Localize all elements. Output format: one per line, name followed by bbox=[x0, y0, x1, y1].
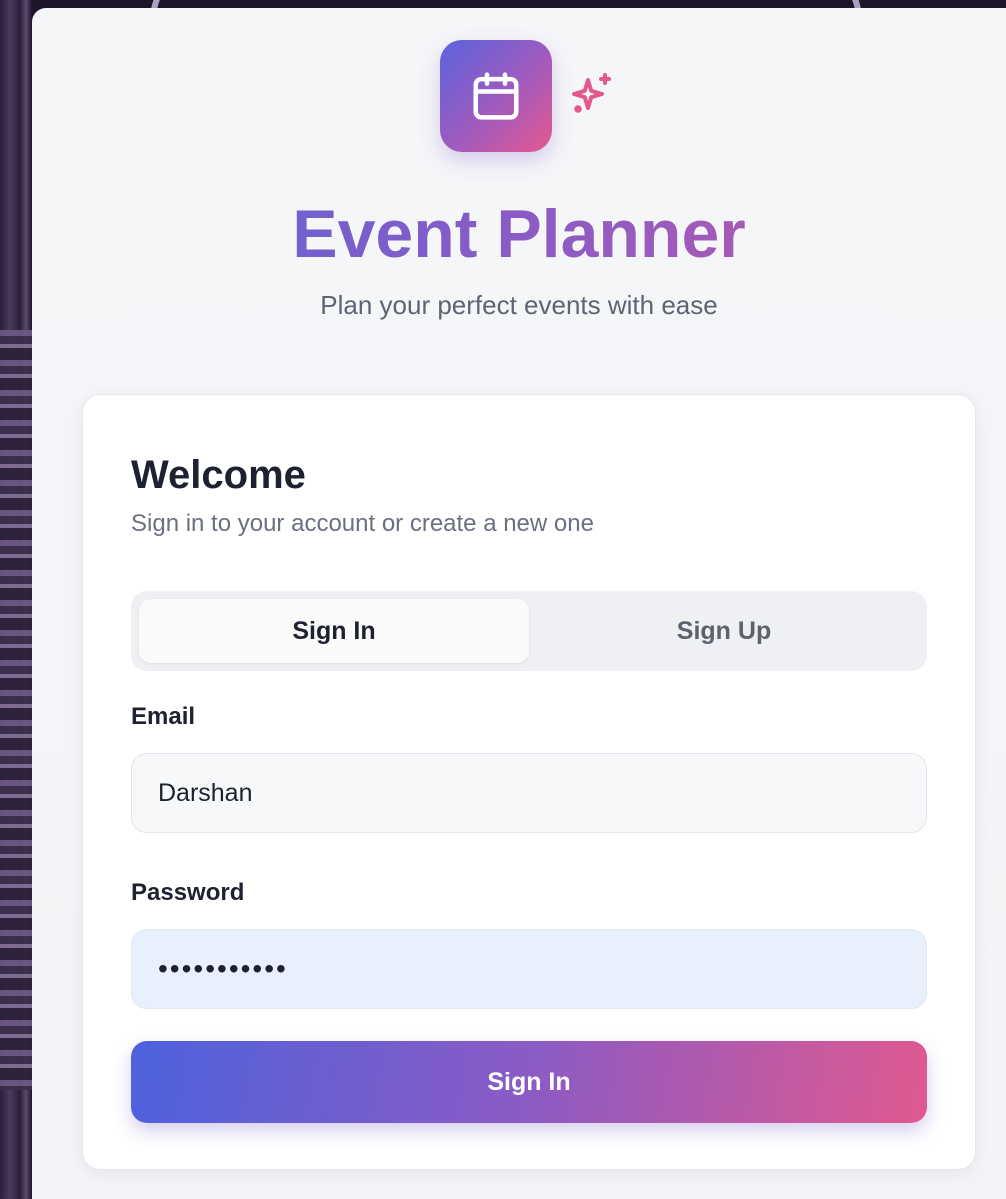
card-subtitle: Sign in to your account or create a new … bbox=[131, 510, 594, 537]
sign-in-button[interactable]: Sign In bbox=[131, 1041, 927, 1123]
password-label: Password bbox=[131, 879, 245, 906]
background-pillar bbox=[0, 330, 32, 1090]
auth-tabs: Sign In Sign Up bbox=[131, 591, 927, 671]
app-title: Event Planner bbox=[32, 194, 1006, 274]
app-subtitle: Plan your perfect events with ease bbox=[320, 290, 718, 320]
password-field[interactable] bbox=[131, 929, 927, 1009]
tab-sign-up[interactable]: Sign Up bbox=[529, 599, 919, 663]
tab-sign-in[interactable]: Sign In bbox=[139, 599, 529, 663]
email-field[interactable] bbox=[131, 753, 927, 833]
app-logo bbox=[440, 40, 552, 152]
card-title: Welcome bbox=[131, 453, 306, 497]
sparkles-icon bbox=[572, 73, 611, 113]
calendar-icon bbox=[473, 72, 519, 120]
auth-page: Event Planner Plan your perfect events w… bbox=[32, 8, 1006, 1199]
email-label: Email bbox=[131, 703, 196, 730]
auth-card: Welcome Sign in to your account or creat… bbox=[82, 394, 976, 1170]
